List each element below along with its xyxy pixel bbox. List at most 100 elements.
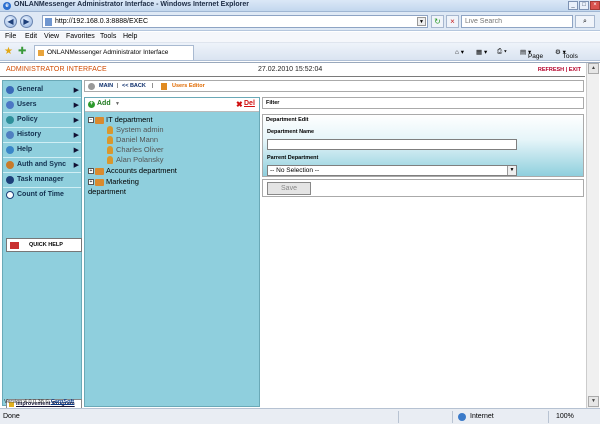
- search-icon[interactable]: ⌕: [575, 15, 595, 28]
- delete-button[interactable]: Del: [244, 100, 255, 107]
- vendor-link[interactable]: CarpSoft: [51, 399, 74, 405]
- menu-edit[interactable]: Edit: [25, 33, 37, 40]
- save-panel: Save: [262, 179, 584, 197]
- group-icon: [95, 178, 104, 186]
- department-name-field[interactable]: [267, 139, 517, 150]
- status-divider: [398, 411, 399, 423]
- breadcrumb-main-link[interactable]: MAIN: [99, 83, 113, 89]
- nav-item-help[interactable]: Help ▶: [3, 143, 81, 158]
- nav-item-task-manager[interactable]: Task manager: [3, 173, 81, 188]
- home-icon[interactable]: ⌂ ▾: [455, 48, 464, 56]
- tree-toolbar: + Add ▼ ✖ Del: [85, 98, 259, 112]
- favorites-star-icon[interactable]: ★: [4, 46, 13, 57]
- menu-file[interactable]: File: [5, 33, 16, 40]
- chevron-right-icon: ▶: [73, 102, 79, 109]
- nav-item-users[interactable]: Users ▶: [3, 98, 81, 113]
- quick-help-label: QUICK HELP: [29, 242, 63, 248]
- header-link-separator: |: [565, 67, 568, 73]
- parent-department-select[interactable]: -- No Selection -- ▼: [267, 165, 517, 176]
- add-favorites-icon[interactable]: ✚: [18, 46, 26, 57]
- print-icon[interactable]: ⎙ ▾: [497, 48, 507, 56]
- quick-help-button[interactable]: QUICK HELP: [6, 238, 82, 252]
- nav-label-task-manager: Task manager: [17, 176, 64, 183]
- nav-item-auth-sync[interactable]: Auth and Sync ▶: [3, 158, 81, 173]
- tree-node-user[interactable]: System admin: [107, 125, 164, 135]
- tree-node-user[interactable]: Alan Polansky: [107, 155, 164, 165]
- chevron-right-icon: ▶: [73, 87, 79, 94]
- tree-node-user[interactable]: Charles Oliver: [107, 145, 164, 155]
- back-icon[interactable]: ◀: [4, 15, 17, 28]
- exit-link[interactable]: EXIT: [569, 67, 581, 73]
- add-icon[interactable]: +: [88, 101, 95, 108]
- general-icon: [6, 86, 14, 94]
- app-title: ADMINISTRATOR INTERFACE: [6, 66, 107, 73]
- delete-icon[interactable]: ✖: [236, 100, 243, 109]
- nav-item-history[interactable]: History ▶: [3, 128, 81, 143]
- department-edit-panel: Department Edit Department Name Parrent …: [262, 114, 584, 177]
- nav-item-count-of-time[interactable]: Count of Time: [3, 188, 81, 203]
- menu-help[interactable]: Help: [123, 33, 137, 40]
- menu-bar: File Edit View Favorites Tools Help: [0, 32, 600, 43]
- globe-icon: [458, 413, 466, 421]
- collapse-icon[interactable]: −: [88, 117, 94, 124]
- url-field[interactable]: http://192.168.0.3:8888/EXEC ▼: [42, 15, 428, 28]
- menu-tools[interactable]: Tools: [100, 33, 116, 40]
- tree-node-marketing-department[interactable]: + Marketing: [88, 177, 139, 186]
- page-menu[interactable]: ▤ Page ▾: [520, 48, 543, 60]
- nav-label-help: Help: [17, 146, 33, 153]
- nav-label-auth-sync: Auth and Sync: [17, 161, 67, 168]
- chevron-down-icon[interactable]: ▼: [507, 166, 516, 175]
- breadcrumb-current[interactable]: Users Editor: [172, 83, 205, 89]
- search-box[interactable]: [461, 15, 573, 28]
- feeds-icon[interactable]: ▦ ▾: [476, 48, 487, 56]
- tools-menu-label: Tools: [562, 53, 578, 60]
- maximize-button[interactable]: □: [579, 1, 589, 10]
- nav-label-policy: Policy: [17, 116, 38, 123]
- close-window-button[interactable]: ×: [590, 1, 600, 10]
- nav-item-policy[interactable]: Policy ▶: [3, 113, 81, 128]
- nav-label-count-of-time: Count of Time: [17, 191, 64, 198]
- url-dropdown-icon[interactable]: ▼: [417, 17, 426, 26]
- tools-menu[interactable]: ⚙ Tools ▾: [555, 48, 578, 60]
- tree-node-it-department[interactable]: − IT department: [88, 115, 153, 124]
- filter-label[interactable]: Filter: [266, 100, 279, 106]
- home-gear-icon: [88, 83, 95, 90]
- chevron-down-icon[interactable]: ▼: [115, 101, 120, 107]
- task-manager-icon: [6, 176, 14, 184]
- scroll-down-icon[interactable]: ▼: [588, 396, 599, 407]
- add-button[interactable]: Add: [97, 100, 111, 107]
- group-icon: [95, 116, 104, 124]
- history-icon: [6, 131, 14, 139]
- save-button[interactable]: Save: [267, 182, 311, 195]
- expand-icon[interactable]: +: [88, 168, 94, 175]
- tree-node-label-wrap[interactable]: department: [88, 187, 126, 196]
- nav-label-users: Users: [17, 101, 37, 108]
- tree-node-label: System admin: [116, 125, 164, 134]
- refresh-link[interactable]: REFRESH: [538, 67, 564, 73]
- page-scrollbar[interactable]: ▲ ▼: [586, 63, 599, 409]
- department-name-label: Department Name: [267, 129, 315, 135]
- tree-node-label: IT department: [106, 115, 153, 124]
- zoom-level[interactable]: 100%: [556, 413, 574, 420]
- search-input[interactable]: [462, 16, 572, 27]
- browser-tab[interactable]: ONLANMessenger Administrator Interface: [34, 45, 194, 60]
- stop-icon[interactable]: ×: [446, 15, 459, 28]
- user-icon: [107, 136, 113, 145]
- expand-icon[interactable]: +: [88, 179, 94, 186]
- nav-item-general[interactable]: General ▶: [3, 83, 81, 98]
- forward-icon[interactable]: ▶: [20, 15, 33, 28]
- scroll-up-icon[interactable]: ▲: [588, 63, 599, 74]
- tree-node-user[interactable]: Daniel Mann: [107, 135, 158, 145]
- refresh-icon[interactable]: ↻: [431, 15, 444, 28]
- tree-node-accounts-department[interactable]: + Accounts department: [88, 166, 177, 175]
- chevron-right-icon: ▶: [73, 162, 79, 169]
- breadcrumb-back-link[interactable]: << BACK: [122, 83, 146, 89]
- tab-title: ONLANMessenger Administrator Interface: [47, 49, 169, 56]
- version-info: Version:4.0.0.38 © CarpSoft: [4, 399, 74, 405]
- menu-view[interactable]: View: [44, 33, 59, 40]
- menu-favorites[interactable]: Favorites: [66, 33, 95, 40]
- book-icon: [10, 242, 19, 249]
- user-icon: [107, 146, 113, 155]
- version-text: Version:4.0.0.38 ©: [4, 399, 50, 405]
- minimize-button[interactable]: _: [568, 1, 578, 10]
